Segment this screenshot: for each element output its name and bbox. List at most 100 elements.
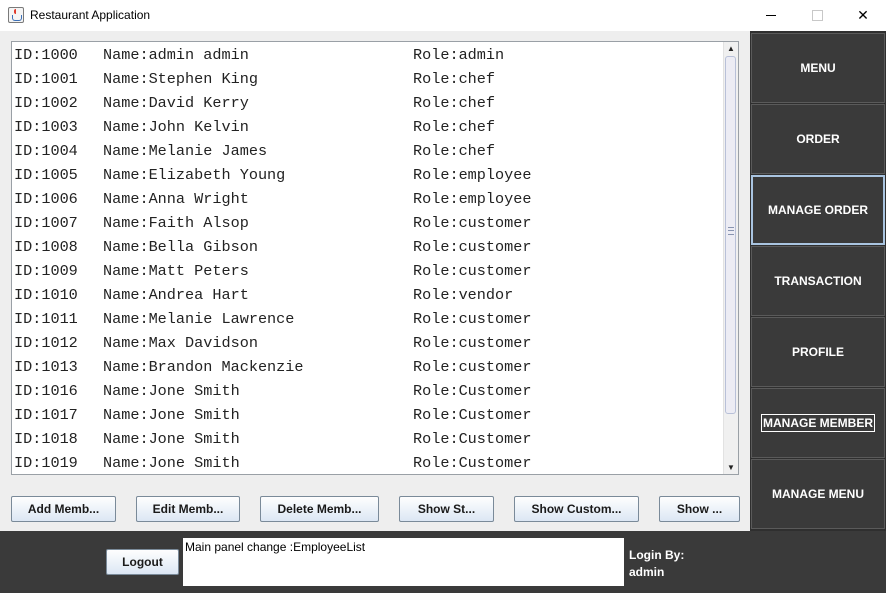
member-role: Role:customer <box>413 214 532 232</box>
list-item[interactable]: ID:1019 Name:Jone Smith Role:Customer <box>14 450 724 474</box>
member-id: ID:1016 <box>14 382 78 400</box>
sidebar-item-label: ORDER <box>796 132 840 146</box>
sidebar-item-label: TRANSACTION <box>774 274 862 288</box>
member-role: Role:chef <box>413 142 496 160</box>
member-id: ID:1011 <box>14 310 78 328</box>
member-id: ID:1000 <box>14 46 78 64</box>
java-app-icon <box>8 7 24 23</box>
member-role: Role:customer <box>413 310 532 328</box>
member-role: Role:chef <box>413 70 496 88</box>
scroll-up-arrow-icon[interactable]: ▲ <box>724 42 738 55</box>
vertical-scrollbar[interactable]: ▲ ▼ <box>723 42 738 474</box>
member-name: Name:John Kelvin <box>103 118 249 136</box>
member-role: Role:chef <box>413 94 496 112</box>
list-item[interactable]: ID:1017 Name:Jone Smith Role:Customer <box>14 402 724 426</box>
sidebar-item-label: MENU <box>800 61 836 75</box>
show-other-button[interactable]: Show ... <box>659 496 740 522</box>
sidebar-item-label: MANAGE MEMBER <box>761 414 875 432</box>
list-item[interactable]: ID:1013 Name:Brandon Mackenzie Role:custom… <box>14 354 724 378</box>
member-name: Name:David Kerry <box>103 94 249 112</box>
member-id: ID:1008 <box>14 238 78 256</box>
add-member-button[interactable]: Add Memb... <box>11 496 116 522</box>
member-name: Name:Jone Smith <box>103 382 240 400</box>
sidebar-item-label: PROFILE <box>791 345 844 359</box>
sidebar-item-profile[interactable]: PROFILE <box>751 317 885 387</box>
list-item[interactable]: ID:1003 Name:John Kelvin Role:chef <box>14 114 724 138</box>
member-name: Name:Jone Smith <box>103 454 240 472</box>
member-id: ID:1017 <box>14 406 78 424</box>
sidebar-item-manage-order[interactable]: MANAGE ORDER <box>751 175 885 245</box>
status-message: Main panel change :EmployeeList <box>183 538 624 586</box>
list-item[interactable]: ID:1001 Name:Stephen King Role:chef <box>14 66 724 90</box>
member-name: Name:admin admin <box>103 46 249 64</box>
sidebar-item-transaction[interactable]: TRANSACTION <box>751 246 885 316</box>
delete-member-button[interactable]: Delete Memb... <box>260 496 379 522</box>
member-id: ID:1006 <box>14 190 78 208</box>
list-item[interactable]: ID:1018 Name:Jone Smith Role:Customer <box>14 426 724 450</box>
list-item[interactable]: ID:1011 Name:Melanie Lawrence Role:custome… <box>14 306 724 330</box>
sidebar-item-menu[interactable]: MENU <box>751 33 885 103</box>
list-item[interactable]: ID:1016 Name:Jone Smith Role:Customer <box>14 378 724 402</box>
member-id: ID:1002 <box>14 94 78 112</box>
sidebar: MENU ORDER MANAGE ORDER TRANSACTION PROF… <box>750 31 886 531</box>
show-customers-button[interactable]: Show Custom... <box>514 496 639 522</box>
edit-member-button[interactable]: Edit Memb... <box>136 496 240 522</box>
member-name: Name:Andrea Hart <box>103 286 249 304</box>
member-role: Role:Customer <box>413 382 532 400</box>
member-name: Name:Jone Smith <box>103 430 240 448</box>
member-role: Role:admin <box>413 46 505 64</box>
maximize-icon <box>811 10 823 21</box>
show-staff-button[interactable]: Show St... <box>399 496 494 522</box>
grip-icon <box>728 227 734 235</box>
maximize-button[interactable] <box>794 0 840 31</box>
sidebar-item-manage-menu[interactable]: MANAGE MENU <box>751 459 885 529</box>
member-id: ID:1009 <box>14 262 78 280</box>
list-item[interactable]: ID:1000 Name:admin admin Role:admin <box>14 42 724 66</box>
sidebar-item-manage-member[interactable]: MANAGE MEMBER <box>751 388 885 458</box>
list-item[interactable]: ID:1004 Name:Melanie James Role:chef <box>14 138 724 162</box>
minimize-icon <box>766 15 776 16</box>
list-item[interactable]: ID:1009 Name:Matt Peters Role:customer <box>14 258 724 282</box>
member-id: ID:1003 <box>14 118 78 136</box>
member-name: Name:Stephen King <box>103 70 258 88</box>
member-id: ID:1019 <box>14 454 78 472</box>
member-id: ID:1005 <box>14 166 78 184</box>
minimize-button[interactable] <box>748 0 794 31</box>
member-id: ID:1018 <box>14 430 78 448</box>
member-name: Name:Melanie James <box>103 142 268 160</box>
sidebar-item-label: MANAGE ORDER <box>767 203 868 217</box>
member-id: ID:1007 <box>14 214 78 232</box>
member-list[interactable]: ID:1000 Name:admin admin Role:admin ID:1001… <box>11 41 739 475</box>
member-role: Role:employee <box>413 166 532 184</box>
list-item[interactable]: ID:1007 Name:Faith Alsop Role:customer <box>14 210 724 234</box>
member-role: Role:customer <box>413 238 532 256</box>
sidebar-item-label: MANAGE MENU <box>772 487 864 501</box>
list-item[interactable]: ID:1012 Name:Max Davidson Role:customer <box>14 330 724 354</box>
list-item[interactable]: ID:1010 Name:Andrea Hart Role:vendor <box>14 282 724 306</box>
logout-button[interactable]: Logout <box>106 549 179 575</box>
window-title: Restaurant Application <box>30 8 151 22</box>
member-role: Role:employee <box>413 190 532 208</box>
title-bar: Restaurant Application ✕ <box>0 0 886 31</box>
member-id: ID:1001 <box>14 70 78 88</box>
member-id: ID:1010 <box>14 286 78 304</box>
member-role: Role:Customer <box>413 430 532 448</box>
close-button[interactable]: ✕ <box>840 0 886 31</box>
member-id: ID:1012 <box>14 334 78 352</box>
scroll-down-arrow-icon[interactable]: ▼ <box>724 461 738 474</box>
member-id: ID:1013 <box>14 358 78 376</box>
list-item[interactable]: ID:1005 Name:Elizabeth Young Role:employee <box>14 162 724 186</box>
scrollbar-thumb[interactable] <box>725 56 736 414</box>
member-name: Name:Anna Wright <box>103 190 249 208</box>
list-item[interactable]: ID:1008 Name:Bella Gibson Role:customer <box>14 234 724 258</box>
sidebar-item-order[interactable]: ORDER <box>751 104 885 174</box>
member-name: Name:Bella Gibson <box>103 238 258 256</box>
member-role: Role:customer <box>413 334 532 352</box>
list-item[interactable]: ID:1002 Name:David Kerry Role:chef <box>14 90 724 114</box>
member-name: Name:Elizabeth Young <box>103 166 286 184</box>
member-name: Name:Jone Smith <box>103 406 240 424</box>
member-name: Name:Faith Alsop <box>103 214 249 232</box>
member-role: Role:Customer <box>413 454 532 472</box>
list-item[interactable]: ID:1006 Name:Anna Wright Role:employee <box>14 186 724 210</box>
member-name: Name:Max Davidson <box>103 334 258 352</box>
